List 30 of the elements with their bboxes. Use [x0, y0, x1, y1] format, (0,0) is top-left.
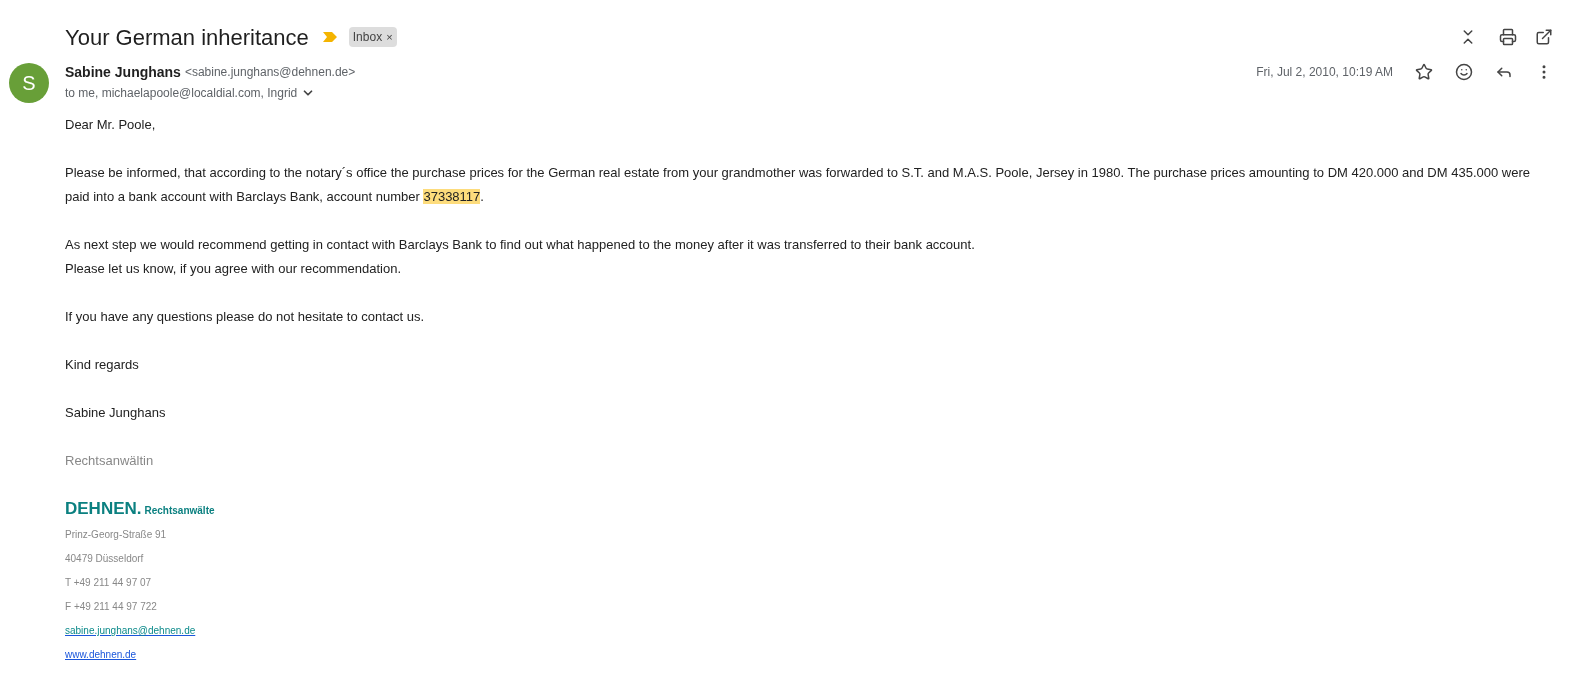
body-text: As next step we would recommend getting in contact with Barclays Bank to find out what happened to the money after it was transferred to their bank account.: [65, 236, 976, 254]
new-window-icon[interactable]: [1535, 28, 1553, 46]
email-link[interactable]: sabine.junghans@dehnen.de: [65, 625, 196, 636]
label-text: Inbox: [352, 29, 383, 46]
firm-subtitle: Rechtsanwälte: [144, 504, 215, 518]
importance-marker-icon[interactable]: [322, 32, 337, 42]
avatar: S: [9, 63, 49, 103]
firm-logo: DEHNEN.: [65, 498, 142, 520]
signature-line: T +49 211 44 97 07: [65, 576, 153, 590]
print-icon[interactable]: [1499, 28, 1517, 46]
star-icon[interactable]: [1415, 63, 1433, 81]
sender-name: Sabine Junghans: [65, 62, 181, 82]
signature-line: 40479 Düsseldorf: [65, 552, 145, 566]
body-text: Sabine Junghans: [65, 404, 167, 422]
highlighted-number: 37338117: [423, 189, 481, 204]
website-link[interactable]: www.dehnen.de: [65, 649, 137, 660]
email-date: Fri, Jul 2, 2010, 10:19 AM: [1256, 64, 1393, 81]
remove-label-button[interactable]: ×: [386, 31, 393, 43]
emoji-icon[interactable]: [1455, 63, 1473, 81]
signature-line: Prinz-Georg-Straße 91: [65, 528, 168, 542]
signature-role: Rechtsanwältin: [65, 452, 155, 470]
body-text: Dear Mr. Poole,: [65, 116, 157, 134]
recipients: to me, michaelapoole@localdial.com, Ingrid: [65, 85, 298, 102]
body-text: Please be informed, that according to the notary´s office the purchase prices for the German real estate from your grandmother was forwarded to S.T. and M.A.S. Poole, Jersey in 1980. The purchase prices amounting to DM 420.000 and DM 435.000 were paid into a bank account with Barclays Bank, account number 37338117.: [65, 164, 1531, 206]
body-text: If you have any questions please do not hesitate to contact us.: [65, 308, 426, 326]
email-subject: Your German inheritance: [65, 23, 309, 52]
body-text: Please let us know, if you agree with our recommendation.: [65, 260, 402, 278]
sender-email: <sabine.junghans@dehnen.de>: [184, 64, 356, 81]
signature-line: F +49 211 44 97 722: [65, 600, 158, 614]
body-text: Kind regards: [65, 356, 140, 374]
